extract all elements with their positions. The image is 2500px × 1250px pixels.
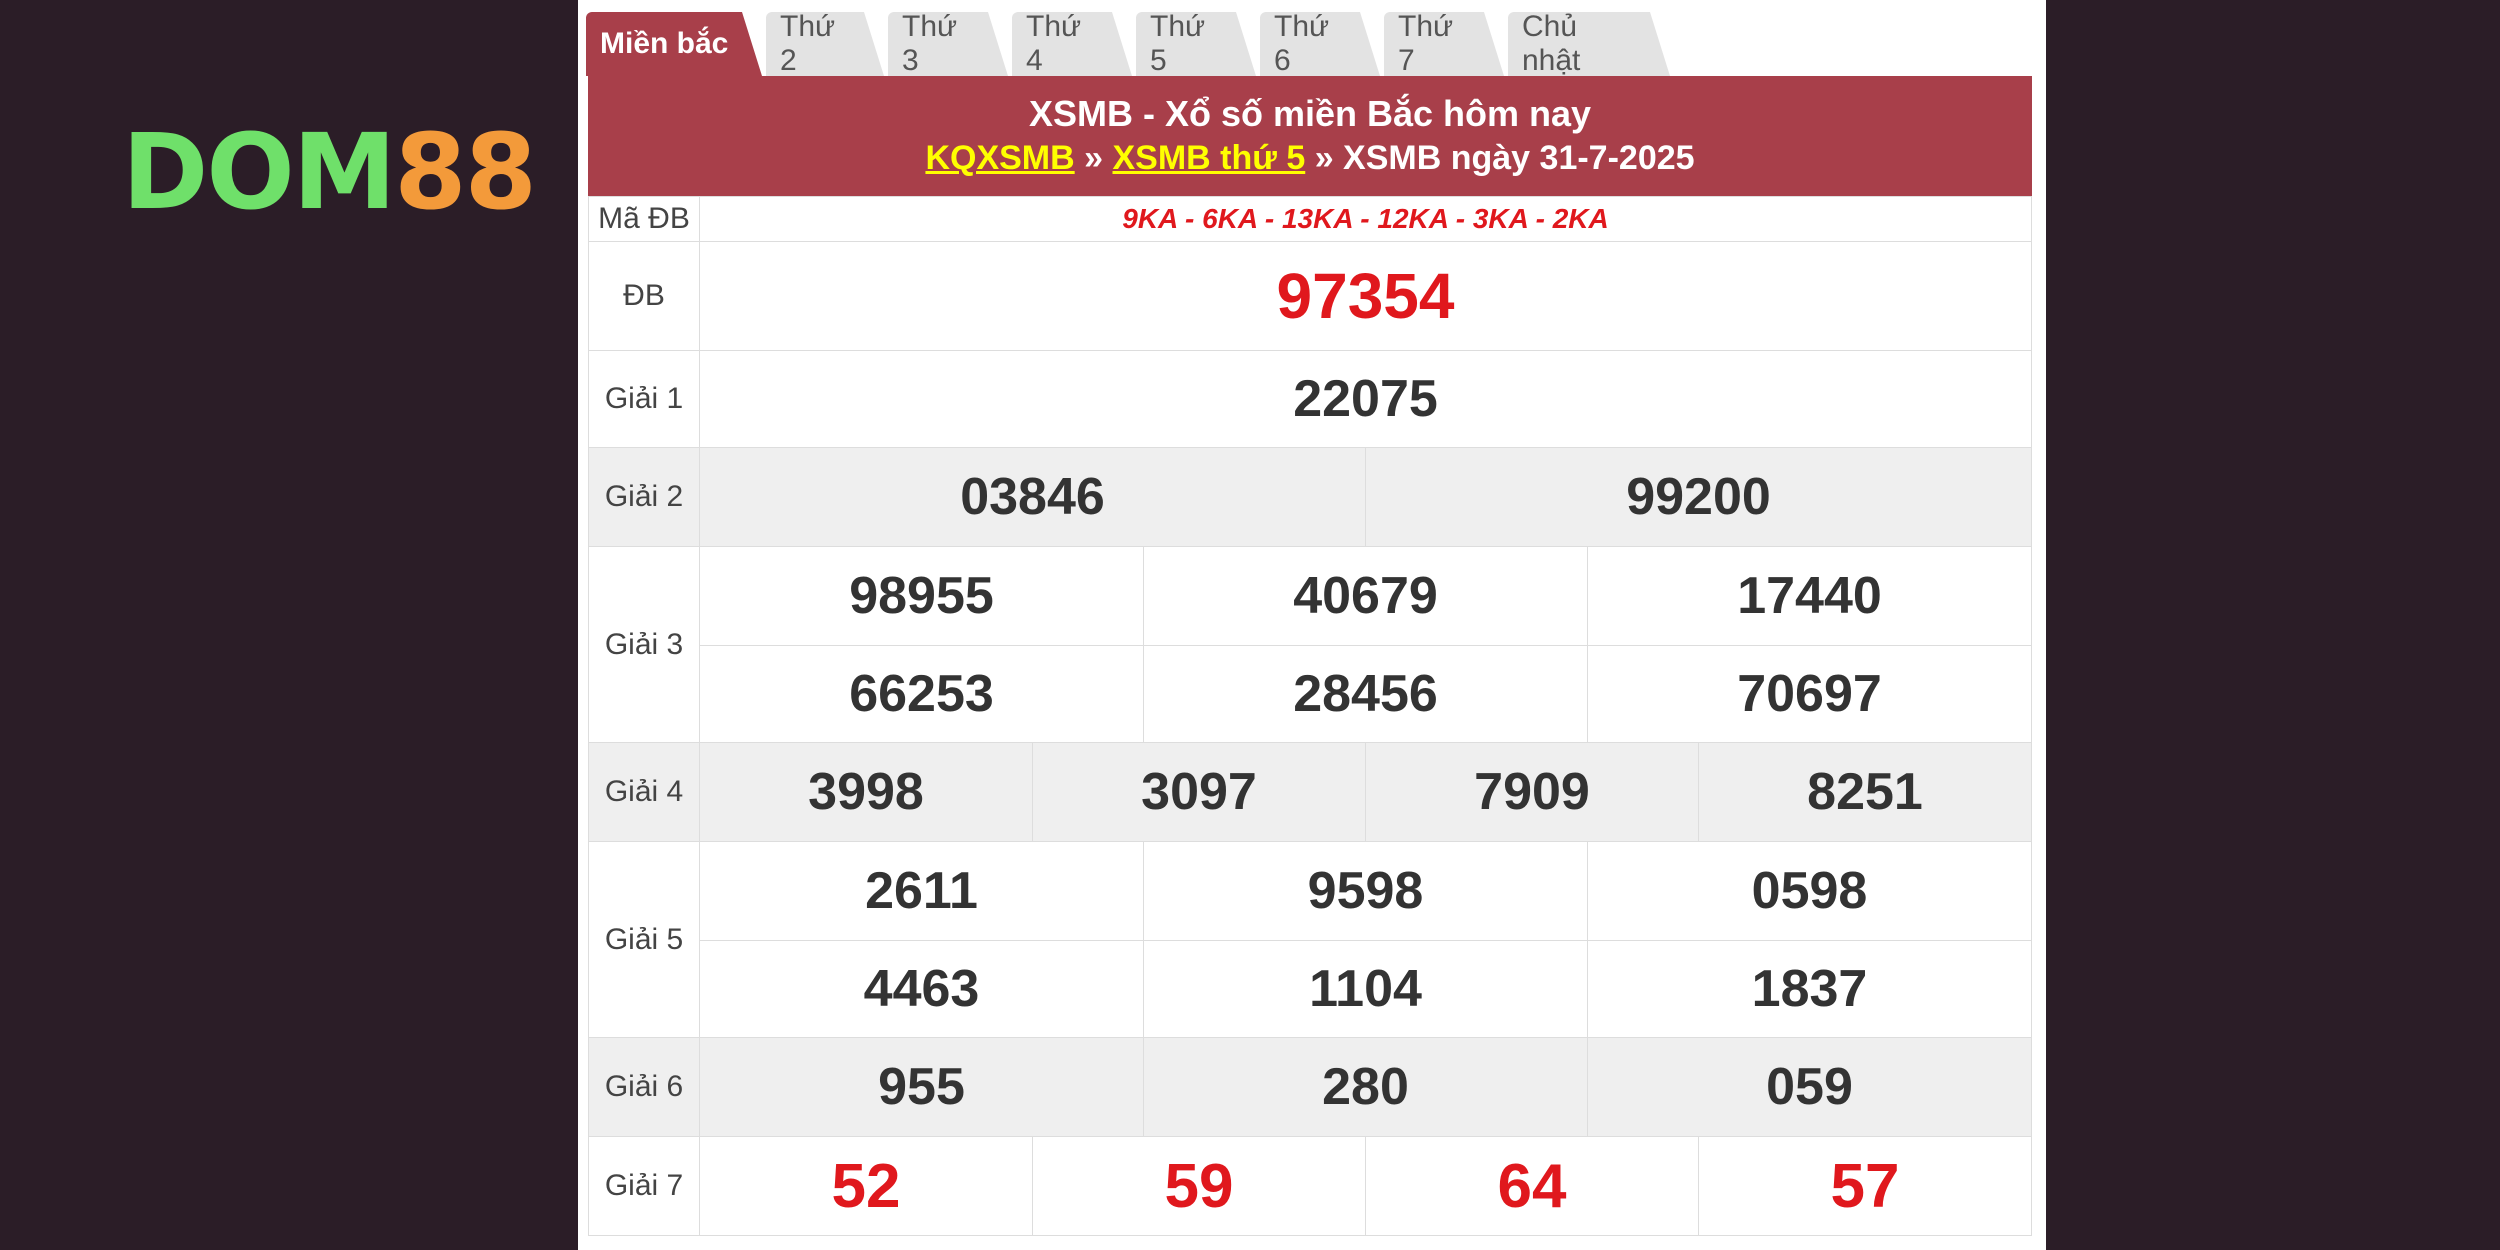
prize-5-number: 4463 <box>699 940 1144 1038</box>
label-dac-biet: ĐB <box>588 241 700 351</box>
row-giai-2: Giải 2 03846 99200 <box>588 447 2032 547</box>
region-day-tabs: Miền bắc Thứ 2 Thứ 3 Thứ 4 Thứ 5 Thứ 6 T… <box>586 6 2030 76</box>
prize-3-number: 98955 <box>699 546 1144 646</box>
prize-1-number: 22075 <box>699 350 2032 448</box>
prize-3-number: 40679 <box>1143 546 1588 646</box>
prize-2-number: 99200 <box>1365 447 2032 547</box>
prize-5-number: 0598 <box>1587 841 2032 941</box>
label-giai-5: Giải 5 <box>588 841 700 1038</box>
label-giai-2: Giải 2 <box>588 447 700 547</box>
prize-7-number: 52 <box>699 1136 1033 1236</box>
row-giai-5: Giải 5 2611 9598 0598 <box>588 841 2032 1038</box>
label-giai-1: Giải 1 <box>588 350 700 448</box>
row-giai-5-b: 4463 1104 1837 <box>589 940 2032 1038</box>
dom88-logo[interactable]: DOM 88 <box>122 111 537 233</box>
row-dac-biet: ĐB 97354 <box>588 241 2032 351</box>
ma-db-codes: 9KA - 6KA - 13KA - 12KA - 3KA - 2KA <box>699 196 2032 242</box>
prize-3-number: 28456 <box>1143 645 1588 743</box>
tab-chu-nhat[interactable]: Chủ nhật <box>1508 12 1670 76</box>
label-giai-6: Giải 6 <box>588 1037 700 1137</box>
tab-thu-4[interactable]: Thứ 4 <box>1012 12 1132 76</box>
tab-thu-3[interactable]: Thứ 3 <box>888 12 1008 76</box>
row-giai-4: Giải 4 3998 3097 7909 8251 <box>588 742 2032 842</box>
prize-7-number: 59 <box>1032 1136 1366 1236</box>
special-prize-number: 97354 <box>699 241 2032 351</box>
row-giai-1: Giải 1 22075 <box>588 350 2032 448</box>
prize-6-number: 280 <box>1143 1037 1588 1137</box>
breadcrumb: KQXSMB » XSMB thứ 5 » XSMB ngày 31-7-202… <box>588 139 2032 178</box>
label-giai-3: Giải 3 <box>588 546 700 743</box>
tab-mien-bac[interactable]: Miền bắc <box>586 12 762 76</box>
tab-thu-6[interactable]: Thứ 6 <box>1260 12 1380 76</box>
tab-thu-7[interactable]: Thứ 7 <box>1384 12 1504 76</box>
prize-3-number: 17440 <box>1587 546 2032 646</box>
breadcrumb-separator: » <box>1084 139 1104 177</box>
prize-5-number: 1104 <box>1143 940 1588 1038</box>
prize-3-number: 66253 <box>699 645 1144 743</box>
row-giai-3-b: 66253 28456 70697 <box>589 645 2032 743</box>
prize-4-number: 8251 <box>1698 742 2032 842</box>
breadcrumb-link-xsmb-thu-5[interactable]: XSMB thứ 5 <box>1113 139 1306 177</box>
label-ma-db: Mã ĐB <box>588 196 700 242</box>
tab-thu-5[interactable]: Thứ 5 <box>1136 12 1256 76</box>
prize-4-number: 3097 <box>1032 742 1366 842</box>
prize-4-number: 3998 <box>699 742 1033 842</box>
logo-text-88: 88 <box>394 111 537 233</box>
prize-6-number: 059 <box>1587 1037 2032 1137</box>
prize-3-number: 70697 <box>1587 645 2032 743</box>
breadcrumb-link-kqxsmb[interactable]: KQXSMB <box>925 139 1074 177</box>
prize-5-number: 9598 <box>1143 841 1588 941</box>
results-header: XSMB - Xổ số miền Bắc hôm nay KQXSMB » X… <box>588 76 2032 196</box>
breadcrumb-current: » XSMB ngày 31-7-2025 <box>1314 139 1695 177</box>
label-giai-4: Giải 4 <box>588 742 700 842</box>
prize-5-number: 1837 <box>1587 940 2032 1038</box>
prize-7-number: 57 <box>1698 1136 2032 1236</box>
row-ma-db: Mã ĐB 9KA - 6KA - 13KA - 12KA - 3KA - 2K… <box>588 196 2032 242</box>
logo-text-dom: DOM <box>122 111 396 233</box>
results-title: XSMB - Xổ số miền Bắc hôm nay <box>1028 93 1592 134</box>
row-giai-6: Giải 6 955 280 059 <box>588 1037 2032 1137</box>
results-table: Mã ĐB 9KA - 6KA - 13KA - 12KA - 3KA - 2K… <box>588 196 2032 1236</box>
prize-6-number: 955 <box>699 1037 1144 1137</box>
prize-4-number: 7909 <box>1365 742 1699 842</box>
prize-2-number: 03846 <box>699 447 1366 547</box>
prize-7-number: 64 <box>1365 1136 1699 1236</box>
row-giai-3: Giải 3 98955 40679 17440 <box>588 546 2032 743</box>
label-giai-7: Giải 7 <box>588 1136 700 1236</box>
tab-thu-2[interactable]: Thứ 2 <box>766 12 884 76</box>
row-giai-7: Giải 7 52 59 64 57 <box>588 1136 2032 1236</box>
prize-5-number: 2611 <box>699 841 1144 941</box>
lottery-panel: Miền bắc Thứ 2 Thứ 3 Thứ 4 Thứ 5 Thứ 6 T… <box>578 0 2046 1250</box>
